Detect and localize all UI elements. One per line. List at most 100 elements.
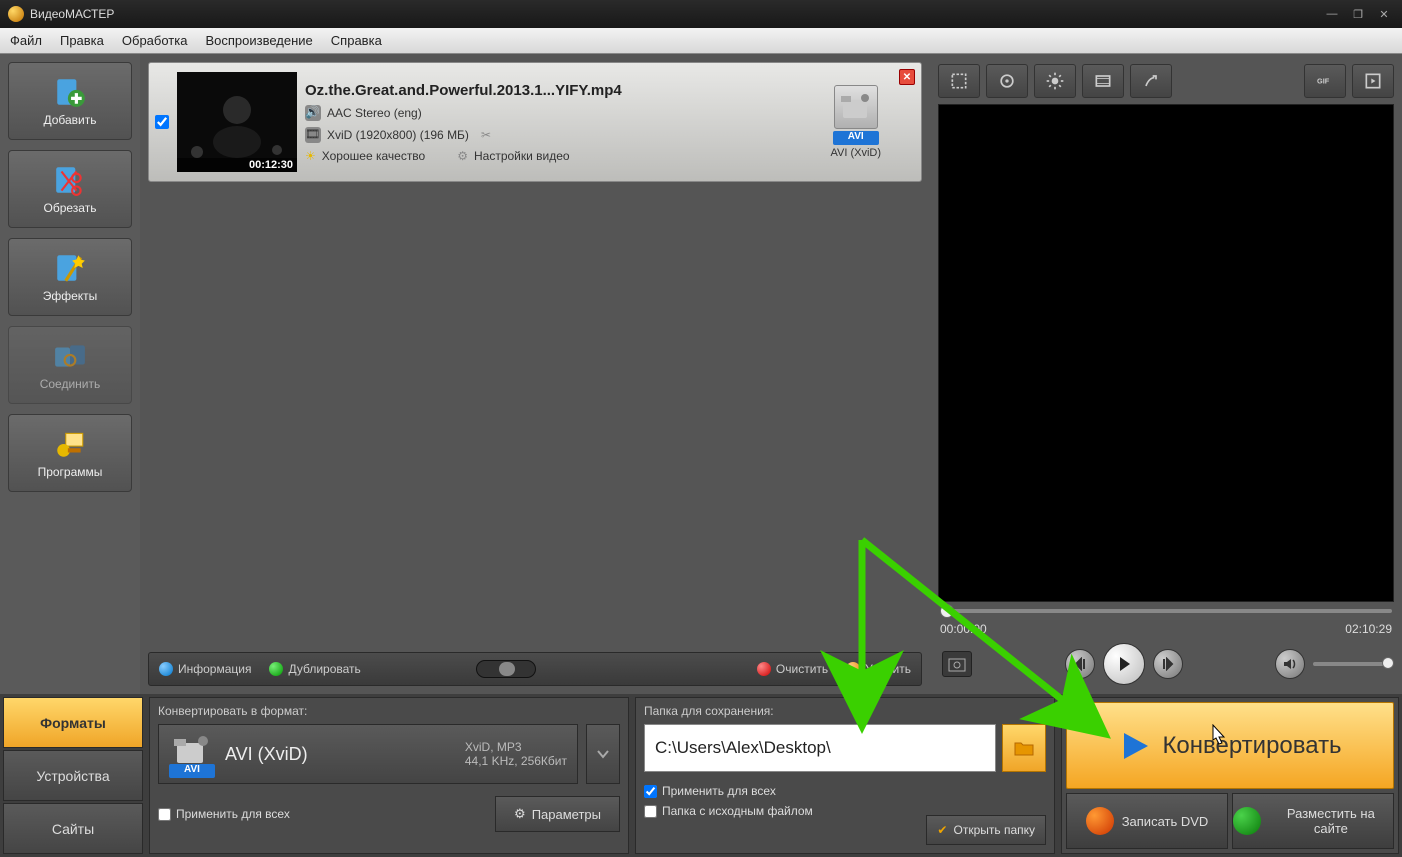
clear-button[interactable]: Очистить (757, 662, 828, 676)
format-dropdown[interactable] (586, 724, 620, 784)
main-area: Добавить Обрезать Эффекты Соединить Прог… (0, 54, 1402, 694)
item-audio: AAC Stereo (eng) (327, 106, 422, 120)
cut-button[interactable]: Обрезать (8, 150, 132, 228)
close-window-button[interactable]: ✕ (1374, 7, 1394, 21)
app-icon (8, 6, 24, 22)
effects-label: Эффекты (43, 289, 98, 303)
prev-button[interactable] (1065, 649, 1095, 679)
open-folder-button[interactable]: ✔Открыть папку (926, 815, 1046, 845)
title-bar: ВидеоМАСТЕР — ❐ ✕ (0, 0, 1402, 28)
svg-text:GIF: GIF (1317, 77, 1330, 86)
duplicate-button[interactable]: Дублировать (269, 662, 360, 676)
snapshot-button[interactable] (942, 651, 972, 677)
format-selector[interactable]: AVI AVI (XviD) XviD, MP3 44,1 KHz, 256Кб… (158, 724, 578, 784)
preview-column: GIF 00:00:00 02:10:29 (930, 54, 1402, 694)
speed-tool[interactable] (1130, 64, 1172, 98)
minimize-button[interactable]: — (1322, 7, 1342, 21)
volume-button[interactable] (1275, 649, 1305, 679)
join-label: Соединить (40, 377, 101, 391)
target-label: AVI (XviD) (830, 147, 881, 159)
folder-apply-all[interactable]: Применить для всех (644, 784, 1046, 798)
fullscreen-tool[interactable] (1352, 64, 1394, 98)
seek-bar[interactable] (938, 602, 1394, 620)
menu-help[interactable]: Справка (331, 33, 382, 48)
join-button: Соединить (8, 326, 132, 404)
list-toolbar: Информация Дублировать Очистить Удалить (148, 652, 922, 686)
preview-viewport[interactable] (938, 104, 1394, 602)
programs-label: Программы (38, 465, 103, 479)
menu-file[interactable]: Файл (10, 33, 42, 48)
item-duration: 00:12:30 (177, 158, 297, 172)
sun-icon: ☀ (305, 149, 316, 163)
maximize-button[interactable]: ❐ (1348, 7, 1368, 21)
camera-icon (834, 85, 878, 129)
item-checkbox[interactable] (155, 115, 169, 129)
action-panel: Конвертировать Записать DVD Разместить н… (1061, 697, 1399, 854)
volume-slider[interactable] (1313, 662, 1390, 666)
burn-dvd-button[interactable]: Записать DVD (1066, 793, 1228, 849)
publish-site-button[interactable]: Разместить на сайте (1232, 793, 1394, 849)
brightness-tool[interactable] (1034, 64, 1076, 98)
cut-label: Обрезать (44, 201, 97, 215)
add-label: Добавить (43, 113, 96, 127)
time-total: 02:10:29 (1345, 622, 1392, 636)
menu-process[interactable]: Обработка (122, 33, 188, 48)
effects-button[interactable]: Эффекты (8, 238, 132, 316)
delete-button[interactable]: Удалить (846, 662, 911, 676)
item-thumbnail[interactable]: 00:12:30 (177, 72, 297, 172)
add-button[interactable]: Добавить (8, 62, 132, 140)
item-title: Oz.the.Great.and.Powerful.2013.1...YIFY.… (305, 82, 822, 99)
gear-icon: ⚙ (514, 806, 526, 822)
format-name: AVI (XviD) (225, 744, 308, 765)
file-item[interactable]: 00:12:30 Oz.the.Great.and.Powerful.2013.… (148, 62, 922, 182)
tab-devices[interactable]: Устройства (3, 750, 143, 801)
format-badge: AVI (169, 764, 215, 778)
params-button[interactable]: ⚙Параметры (495, 796, 620, 832)
item-target[interactable]: AVI AVI (XviD) (830, 85, 881, 159)
next-button[interactable] (1153, 649, 1183, 679)
format-heading: Конвертировать в формат: (158, 704, 620, 718)
time-current: 00:00:00 (940, 622, 987, 636)
crop-tool[interactable] (938, 64, 980, 98)
disc-icon (1086, 807, 1114, 835)
folder-heading: Папка для сохранения: (644, 704, 1046, 718)
play-button[interactable] (1103, 643, 1145, 685)
programs-button[interactable]: Программы (8, 414, 132, 492)
folder-panel: Папка для сохранения: C:\Users\Alex\Desk… (635, 697, 1055, 854)
sidebar: Добавить Обрезать Эффекты Соединить Прог… (0, 54, 140, 694)
tab-sites[interactable]: Сайты (3, 803, 143, 854)
transport-controls (938, 642, 1394, 686)
format-line1: XviD, MP3 (465, 740, 567, 754)
convert-button[interactable]: Конвертировать (1066, 702, 1394, 789)
item-quality: Хорошее качество (322, 149, 425, 163)
speaker-icon: 🔊 (305, 105, 321, 121)
format-line2: 44,1 KHz, 256Кбит (465, 754, 567, 768)
info-button[interactable]: Информация (159, 662, 251, 676)
tab-formats[interactable]: Форматы (3, 697, 143, 748)
gif-tool[interactable]: GIF (1304, 64, 1346, 98)
gear-tool[interactable] (986, 64, 1028, 98)
format-apply-all[interactable]: Применить для всех (158, 807, 290, 821)
app-title: ВидеоМАСТЕР (30, 7, 114, 21)
item-settings[interactable]: Настройки видео (474, 149, 570, 163)
globe-icon (1233, 807, 1261, 835)
format-panel: Конвертировать в формат: AVI AVI (XviD) … (149, 697, 629, 854)
menu-playback[interactable]: Воспроизведение (205, 33, 312, 48)
item-video: XviD (1920x800) (196 МБ) (327, 128, 469, 142)
menu-edit[interactable]: Правка (60, 33, 104, 48)
bottom-panel: Форматы Устройства Сайты Конвертировать … (0, 694, 1402, 857)
scissors-icon[interactable]: ✂ (481, 128, 491, 142)
view-switch[interactable] (476, 660, 536, 678)
folder-path-input[interactable]: C:\Users\Alex\Desktop\ (644, 724, 996, 772)
avi-badge: AVI (833, 131, 879, 145)
file-list: 00:12:30 Oz.the.Great.and.Powerful.2013.… (140, 54, 930, 694)
item-meta: Oz.the.Great.and.Powerful.2013.1...YIFY.… (305, 82, 822, 163)
browse-folder-button[interactable] (1002, 724, 1046, 772)
remove-item-button[interactable]: ✕ (899, 69, 915, 85)
film-tool[interactable] (1082, 64, 1124, 98)
bottom-tabs: Форматы Устройства Сайты (3, 697, 143, 854)
film-icon: 🎞 (305, 127, 321, 143)
preview-tools: GIF (938, 62, 1394, 100)
menubar: Файл Правка Обработка Воспроизведение Сп… (0, 28, 1402, 54)
gear-icon[interactable]: ⚙ (457, 149, 468, 163)
